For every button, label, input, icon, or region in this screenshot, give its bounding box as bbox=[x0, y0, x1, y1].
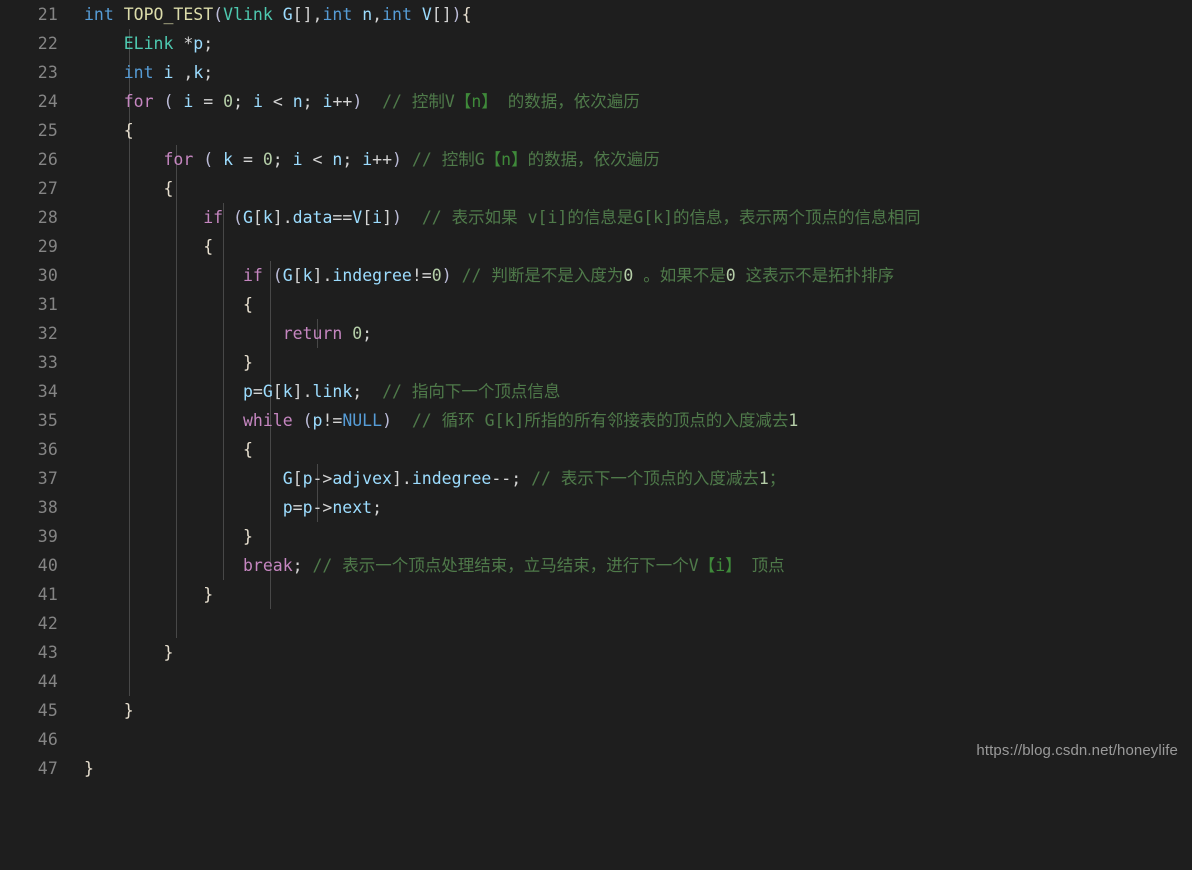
line-content: } bbox=[123, 701, 134, 720]
code-line[interactable]: 21 int TOPO_TEST(Vlink G[],int n,int V[]… bbox=[0, 0, 1192, 29]
code-line[interactable]: 29 { bbox=[0, 232, 1192, 261]
line-number: 38 bbox=[37, 498, 58, 517]
line-content: G[p->adjvex].indegree--; // 表示下一个顶点的入度减去… bbox=[282, 469, 786, 488]
line-content: { bbox=[123, 121, 134, 140]
code-line[interactable]: 27 { bbox=[0, 174, 1192, 203]
line-number: 42 bbox=[37, 614, 58, 633]
line-number: 34 bbox=[37, 382, 58, 401]
line-number: 27 bbox=[37, 179, 58, 198]
line-number: 21 bbox=[37, 5, 58, 24]
line-number: 29 bbox=[37, 237, 58, 256]
line-number: 25 bbox=[37, 121, 58, 140]
line-content: if (G[k].indegree!=0) // 判断是不是入度为0 。如果不是… bbox=[242, 266, 895, 285]
code-line[interactable]: 44 bbox=[0, 667, 1192, 696]
line-content: } bbox=[242, 353, 253, 372]
code-line[interactable]: 39 } bbox=[0, 522, 1192, 551]
line-content: break; // 表示一个顶点处理结束，立马结束，进行下一个V【i】 顶点 bbox=[242, 556, 785, 575]
code-editor: 21 int TOPO_TEST(Vlink G[],int n,int V[]… bbox=[0, 0, 1192, 778]
line-content: } bbox=[163, 643, 174, 662]
line-content: while (p!=NULL) // 循环 G[k]所指的所有邻接表的顶点的入度… bbox=[242, 411, 799, 430]
line-content: p=p->next; bbox=[282, 498, 383, 517]
code-line[interactable]: 37 G[p->adjvex].indegree--; // 表示下一个顶点的入… bbox=[0, 464, 1192, 493]
line-number: 43 bbox=[37, 643, 58, 662]
line-content: return 0; bbox=[282, 324, 373, 343]
code-line[interactable]: 26 for ( k = 0; i < n; i++) // 控制G【n】的数据… bbox=[0, 145, 1192, 174]
line-number: 35 bbox=[37, 411, 58, 430]
line-content: { bbox=[203, 237, 214, 256]
line-content: { bbox=[242, 295, 253, 314]
line-content: ELink *p; bbox=[123, 34, 214, 53]
code-line[interactable]: 32 return 0; bbox=[0, 319, 1192, 348]
line-content: for ( i = 0; i < n; i++) // 控制V【n】 的数据，依… bbox=[123, 92, 640, 111]
line-content: } bbox=[203, 585, 214, 604]
line-number: 37 bbox=[37, 469, 58, 488]
line-number: 44 bbox=[37, 672, 58, 691]
watermark: https://blog.csdn.net/honeylife bbox=[976, 742, 1178, 759]
code-line[interactable]: 33 } bbox=[0, 348, 1192, 377]
line-number: 31 bbox=[37, 295, 58, 314]
line-number: 26 bbox=[37, 150, 58, 169]
line-number: 33 bbox=[37, 353, 58, 372]
line-number: 41 bbox=[37, 585, 58, 604]
line-number: 30 bbox=[37, 266, 58, 285]
code-line[interactable]: 22 ELink *p; bbox=[0, 29, 1192, 58]
code-line[interactable]: 36 { bbox=[0, 435, 1192, 464]
code-line[interactable]: 31 { bbox=[0, 290, 1192, 319]
code-line[interactable]: 30 if (G[k].indegree!=0) // 判断是不是入度为0 。如… bbox=[0, 261, 1192, 290]
code-line[interactable]: 34 p=G[k].link; // 指向下一个顶点信息 bbox=[0, 377, 1192, 406]
line-content: { bbox=[163, 179, 174, 198]
code-line[interactable]: 35 while (p!=NULL) // 循环 G[k]所指的所有邻接表的顶点… bbox=[0, 406, 1192, 435]
line-content: for ( k = 0; i < n; i++) // 控制G【n】的数据，依次… bbox=[163, 150, 660, 169]
line-content: p=G[k].link; // 指向下一个顶点信息 bbox=[242, 382, 561, 401]
code-line[interactable]: 45 } bbox=[0, 696, 1192, 725]
code-area[interactable]: 21 int TOPO_TEST(Vlink G[],int n,int V[]… bbox=[0, 0, 1192, 783]
line-content: int i ,k; bbox=[123, 63, 214, 82]
code-line[interactable]: 40 break; // 表示一个顶点处理结束，立马结束，进行下一个V【i】 顶… bbox=[0, 551, 1192, 580]
line-content: if (G[k].data==V[i]) // 表示如果 v[i]的信息是G[k… bbox=[203, 208, 921, 227]
code-line[interactable]: 41 } bbox=[0, 580, 1192, 609]
line-number: 46 bbox=[37, 730, 58, 749]
code-line[interactable]: 43 } bbox=[0, 638, 1192, 667]
line-number: 45 bbox=[37, 701, 58, 720]
line-number: 22 bbox=[37, 34, 58, 53]
line-number: 40 bbox=[37, 556, 58, 575]
line-number: 24 bbox=[37, 92, 58, 111]
code-line[interactable]: 42 bbox=[0, 609, 1192, 638]
line-number: 39 bbox=[37, 527, 58, 546]
line-content: } bbox=[242, 527, 253, 546]
line-number: 23 bbox=[37, 63, 58, 82]
code-line[interactable]: 28 if (G[k].data==V[i]) // 表示如果 v[i]的信息是… bbox=[0, 203, 1192, 232]
code-line[interactable]: 24 for ( i = 0; i < n; i++) // 控制V【n】 的数… bbox=[0, 87, 1192, 116]
line-number: 28 bbox=[37, 208, 58, 227]
code-line[interactable]: 38 p=p->next; bbox=[0, 493, 1192, 522]
code-line[interactable]: 23 int i ,k; bbox=[0, 58, 1192, 87]
line-number: 32 bbox=[37, 324, 58, 343]
line-number: 36 bbox=[37, 440, 58, 459]
code-line[interactable]: 25 { bbox=[0, 116, 1192, 145]
line-content: int TOPO_TEST(Vlink G[],int n,int V[]){ bbox=[84, 5, 472, 24]
line-content: { bbox=[242, 440, 253, 459]
